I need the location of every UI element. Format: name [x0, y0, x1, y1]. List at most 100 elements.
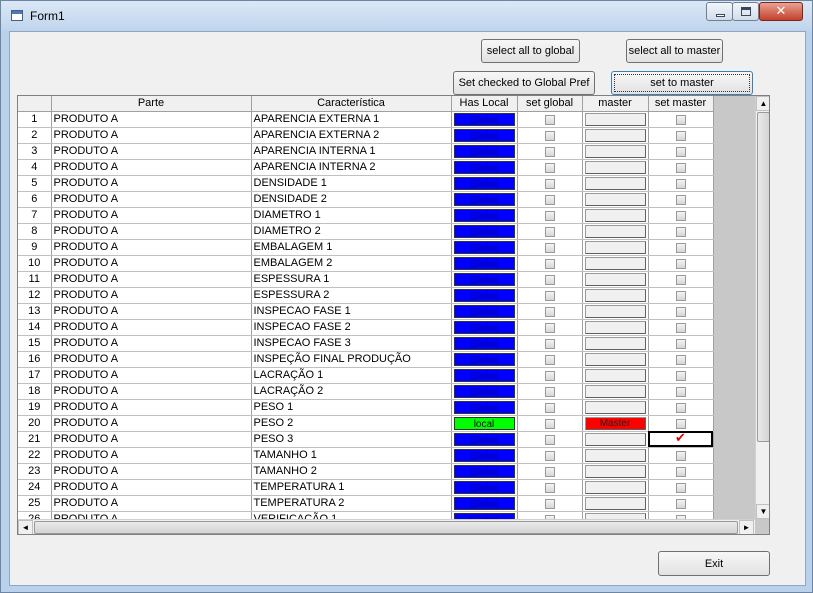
master-indicator-button[interactable] [584, 208, 646, 222]
vertical-scroll-thumb[interactable] [757, 112, 769, 442]
master-indicator-button[interactable] [584, 480, 646, 494]
set-global-checkbox[interactable] [544, 338, 555, 349]
set-global-checkbox[interactable] [544, 450, 555, 461]
column-header-set-global[interactable]: set global [517, 96, 583, 112]
master-cell[interactable] [582, 399, 649, 416]
minimize-button[interactable] [706, 2, 733, 21]
set-master-cell[interactable] [648, 303, 714, 320]
set-master-cell[interactable] [648, 223, 714, 240]
set-global-checkbox[interactable] [544, 178, 555, 189]
master-indicator-button[interactable] [584, 336, 646, 350]
caracteristica-cell[interactable]: TEMPERATURA 2 [251, 495, 452, 512]
caracteristica-cell[interactable]: APARENCIA INTERNA 2 [251, 159, 452, 176]
set-master-cell[interactable] [648, 415, 714, 432]
set-master-checkbox[interactable] [675, 466, 686, 477]
table-row[interactable]: 8 PRODUTO A DIAMETRO 2 Global [18, 223, 714, 240]
parte-cell[interactable]: PRODUTO A [51, 143, 252, 160]
set-master-checkbox[interactable] [675, 226, 686, 237]
caracteristica-cell[interactable]: INSPECAO FASE 1 [251, 303, 452, 320]
set-master-checkbox[interactable] [675, 450, 686, 461]
set-master-cell[interactable] [648, 143, 714, 160]
master-cell[interactable] [582, 351, 649, 368]
set-master-checkbox[interactable] [675, 498, 686, 509]
table-row[interactable]: 6 PRODUTO A DENSIDADE 2 Global [18, 191, 714, 208]
caracteristica-cell[interactable]: INSPEÇÃO FINAL PRODUÇÃO [251, 351, 452, 368]
parte-cell[interactable]: PRODUTO A [51, 127, 252, 144]
scroll-right-button[interactable]: ► [739, 520, 754, 534]
set-global-checkbox[interactable] [544, 226, 555, 237]
caracteristica-cell[interactable]: PESO 2 [251, 415, 452, 432]
master-cell[interactable] [582, 175, 649, 192]
set-global-checkbox[interactable] [544, 386, 555, 397]
parte-cell[interactable]: PRODUTO A [51, 111, 252, 128]
table-row[interactable]: 2 PRODUTO A APARENCIA EXTERNA 2 Global [18, 127, 714, 144]
set-global-checkbox[interactable] [544, 146, 555, 157]
master-indicator-button[interactable] [584, 240, 646, 254]
caracteristica-cell[interactable]: EMBALAGEM 2 [251, 255, 452, 272]
master-indicator-button[interactable]: Master [584, 416, 646, 430]
parte-cell[interactable]: PRODUTO A [51, 287, 252, 304]
table-row[interactable]: 21 PRODUTO A PESO 3 Global ✔ [18, 431, 714, 448]
parte-cell[interactable]: PRODUTO A [51, 159, 252, 176]
set-master-checkbox[interactable] [675, 418, 686, 429]
table-row[interactable]: 4 PRODUTO A APARENCIA INTERNA 2 Global [18, 159, 714, 176]
table-row[interactable]: 19 PRODUTO A PESO 1 Global [18, 399, 714, 416]
master-cell[interactable] [582, 191, 649, 208]
set-global-checkbox[interactable] [544, 322, 555, 333]
caracteristica-cell[interactable]: EMBALAGEM 1 [251, 239, 452, 256]
set-master-cell[interactable] [648, 287, 714, 304]
parte-cell[interactable]: PRODUTO A [51, 383, 252, 400]
set-master-cell[interactable] [648, 175, 714, 192]
scroll-up-button[interactable]: ▲ [756, 96, 769, 111]
set-master-checkbox[interactable] [675, 146, 686, 157]
maximize-button[interactable] [732, 2, 759, 21]
set-global-cell[interactable] [517, 111, 583, 128]
set-global-checkbox[interactable] [544, 290, 555, 301]
master-cell[interactable] [582, 127, 649, 144]
master-cell[interactable] [582, 319, 649, 336]
master-cell[interactable] [582, 367, 649, 384]
master-indicator-button[interactable] [584, 288, 646, 302]
scroll-left-button[interactable]: ◄ [18, 520, 33, 534]
set-global-checkbox[interactable] [544, 402, 555, 413]
parte-cell[interactable]: PRODUTO A [51, 463, 252, 480]
master-cell[interactable] [582, 383, 649, 400]
master-indicator-button[interactable] [584, 352, 646, 366]
set-master-cell[interactable] [648, 383, 714, 400]
set-global-checkbox[interactable] [544, 370, 555, 381]
set-global-checkbox[interactable] [544, 194, 555, 205]
master-cell[interactable] [582, 143, 649, 160]
parte-cell[interactable]: PRODUTO A [51, 207, 252, 224]
caracteristica-cell[interactable]: DENSIDADE 1 [251, 175, 452, 192]
master-cell[interactable] [582, 223, 649, 240]
caracteristica-cell[interactable]: PESO 1 [251, 399, 452, 416]
master-cell[interactable]: Master [582, 415, 649, 432]
master-indicator-button[interactable] [584, 144, 646, 158]
set-master-checkbox[interactable] [675, 162, 686, 173]
caracteristica-cell[interactable]: APARENCIA EXTERNA 1 [251, 111, 452, 128]
master-cell[interactable] [582, 447, 649, 464]
title-bar[interactable]: Form1 ✕ [1, 1, 812, 31]
set-master-checkbox[interactable] [675, 354, 686, 365]
table-row[interactable]: 14 PRODUTO A INSPECAO FASE 2 Global [18, 319, 714, 336]
parte-cell[interactable]: PRODUTO A [51, 351, 252, 368]
caracteristica-cell[interactable]: ESPESSURA 2 [251, 287, 452, 304]
table-row[interactable]: 3 PRODUTO A APARENCIA INTERNA 1 Global [18, 143, 714, 160]
table-row[interactable]: 1 PRODUTO A APARENCIA EXTERNA 1 Global [18, 111, 714, 128]
master-cell[interactable] [582, 479, 649, 496]
horizontal-scrollbar[interactable]: ◄ ► [18, 519, 755, 534]
set-master-cell[interactable] [648, 207, 714, 224]
caracteristica-cell[interactable]: DIAMETRO 1 [251, 207, 452, 224]
set-global-checkbox[interactable] [544, 162, 555, 173]
set-global-cell[interactable] [517, 239, 583, 256]
master-indicator-button[interactable] [584, 320, 646, 334]
set-master-checkbox[interactable] [675, 482, 686, 493]
table-row[interactable]: 11 PRODUTO A ESPESSURA 1 Global [18, 271, 714, 288]
master-indicator-button[interactable] [584, 304, 646, 318]
set-global-cell[interactable] [517, 319, 583, 336]
scroll-down-button[interactable]: ▼ [756, 504, 769, 519]
table-row[interactable]: 22 PRODUTO A TAMANHO 1 Global [18, 447, 714, 464]
parte-cell[interactable]: PRODUTO A [51, 399, 252, 416]
set-global-cell[interactable] [517, 335, 583, 352]
parte-cell[interactable]: PRODUTO A [51, 239, 252, 256]
